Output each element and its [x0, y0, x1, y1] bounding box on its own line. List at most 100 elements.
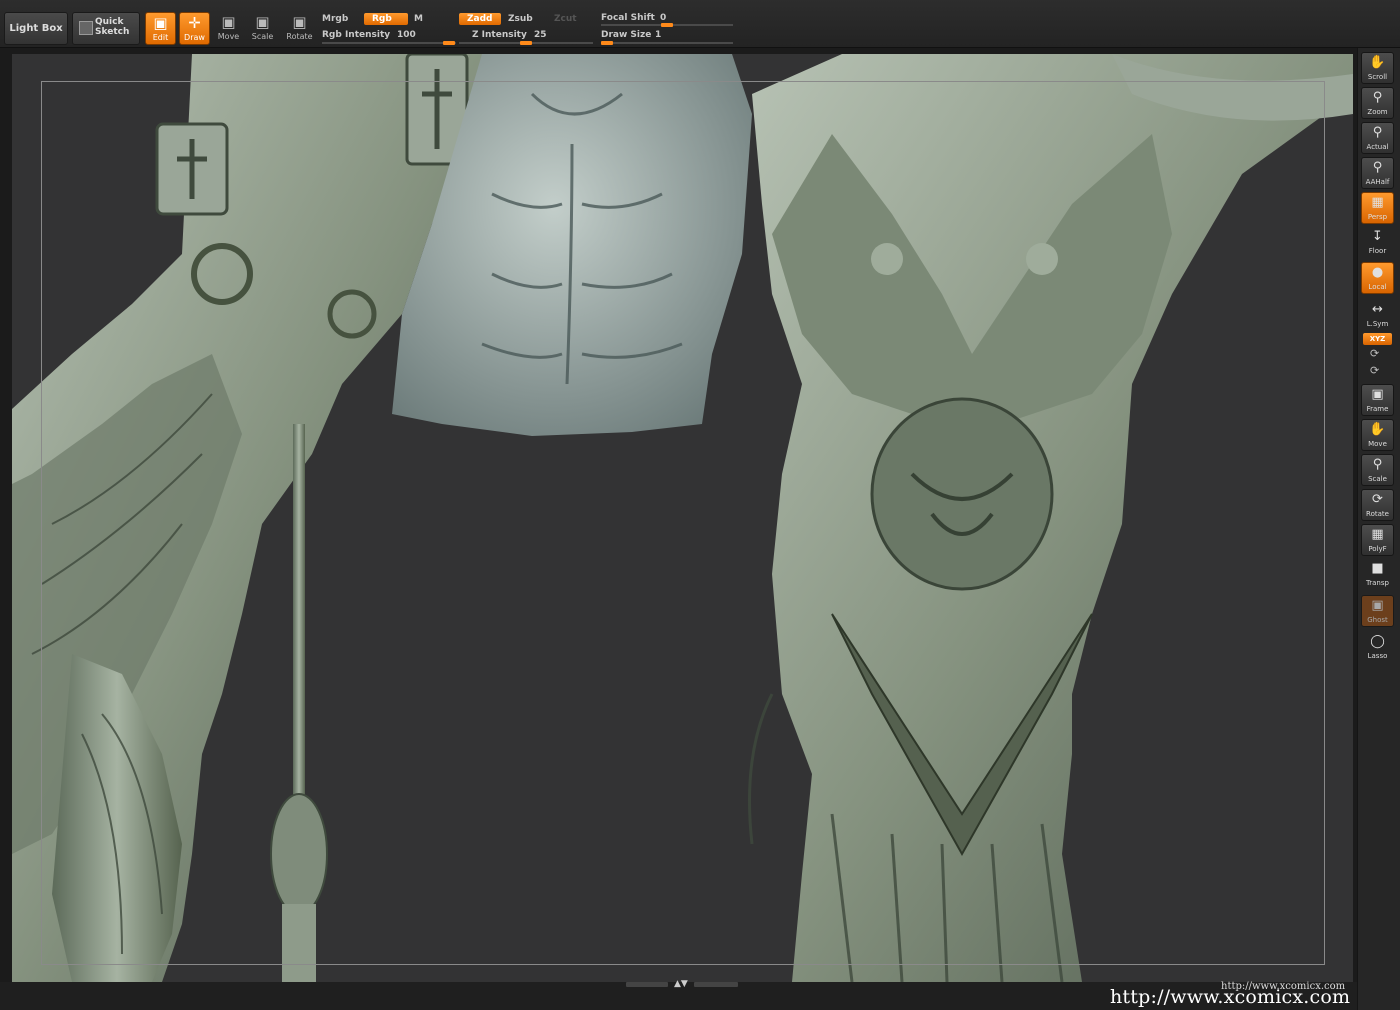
frame-icon: ▣ [1371, 387, 1384, 402]
rotate-view-label: Rotate [1366, 510, 1389, 518]
scale-icon: ▣ [255, 13, 270, 31]
focal-shift-slider[interactable] [601, 23, 733, 27]
local-button[interactable]: ● Local [1361, 262, 1394, 294]
light-box-label: Light Box [9, 23, 63, 34]
draw-size-thumb[interactable] [601, 41, 613, 45]
edit-label: Edit [152, 33, 169, 42]
zcut-button[interactable]: Zcut [554, 14, 577, 24]
move-view-label: Move [1368, 440, 1387, 448]
quick-sketch-label-1: Quick [95, 17, 124, 27]
watermark-large: http://www.xcomicx.com [1110, 986, 1351, 1008]
document-viewport[interactable] [12, 54, 1353, 982]
rotate-view-button[interactable]: ⟳ Rotate [1361, 489, 1394, 521]
scale-magnifier-icon: ⚲ [1372, 457, 1383, 472]
move-hand-icon: ✋ [1369, 422, 1386, 437]
rotate-axis-icon-2[interactable]: ⟳ [1370, 364, 1379, 377]
polyf-button[interactable]: ▦ PolyF [1361, 524, 1394, 556]
aahalf-icon: ⚲ [1372, 160, 1383, 175]
xyz-button[interactable]: XYZ [1363, 333, 1392, 345]
expand-arrows-icon[interactable]: ▲▼ [674, 979, 688, 989]
right-shelf: ✋ Scroll ⚲ Zoom ⚲ Actual ⚲ AAHalf ▦ Pers… [1357, 48, 1400, 1010]
rgb-intensity-slider[interactable] [322, 41, 456, 45]
zsub-button[interactable]: Zsub [508, 14, 533, 24]
move-view-button[interactable]: ✋ Move [1361, 419, 1394, 451]
rotate-button[interactable]: ▣ Rotate [284, 12, 315, 45]
frame-guide [41, 81, 1325, 965]
scale-button[interactable]: ▣ Scale [247, 12, 278, 45]
polyf-label: PolyF [1368, 545, 1387, 553]
edit-icon: ▣ [153, 14, 168, 32]
actual-size-icon: ⚲ [1372, 125, 1383, 140]
move-icon: ▣ [221, 13, 236, 31]
lsym-button[interactable]: ↔ L.Sym [1361, 300, 1394, 332]
frame-label: Frame [1366, 405, 1389, 413]
focal-shift-value: 0 [660, 13, 667, 23]
z-intensity-thumb[interactable] [520, 41, 532, 45]
quick-sketch-label-2: Sketch [95, 27, 130, 37]
draw-button[interactable]: ✛ Draw [179, 12, 210, 45]
aahalf-button[interactable]: ⚲ AAHalf [1361, 157, 1394, 189]
symmetry-icon: ↔ [1372, 302, 1383, 317]
draw-size-slider[interactable] [601, 41, 733, 45]
rgb-button[interactable]: Rgb [364, 13, 408, 25]
m-button[interactable]: M [414, 14, 423, 24]
draw-label: Draw [184, 33, 205, 42]
floor-button[interactable]: ↧ Floor [1361, 227, 1394, 259]
mrgb-button[interactable]: Mrgb [322, 14, 348, 24]
rgb-intensity-value: 100 [397, 30, 416, 40]
scroll-label: Scroll [1367, 73, 1388, 81]
actual-label: Actual [1366, 143, 1389, 151]
ghost-icon: ▣ [1371, 598, 1384, 613]
aahalf-label: AAHalf [1365, 178, 1390, 186]
rotate-icon: ▣ [292, 13, 307, 31]
bottom-tray-handle-left[interactable] [626, 982, 668, 987]
zoom-label: Zoom [1367, 108, 1388, 116]
persp-label: Persp [1367, 213, 1388, 221]
transp-label: Transp [1366, 579, 1389, 587]
z-intensity-value: 25 [534, 30, 547, 40]
bottom-tray-handle-right[interactable] [694, 982, 738, 987]
ghost-button[interactable]: ▣ Ghost [1361, 595, 1394, 627]
rotate-label: Rotate [286, 32, 313, 41]
frame-button[interactable]: ▣ Frame [1361, 384, 1394, 416]
z-intensity-label: Z Intensity [472, 30, 527, 40]
draw-icon: ✛ [188, 14, 201, 32]
lasso-label: Lasso [1367, 652, 1388, 660]
transp-button[interactable]: ■ Transp [1361, 559, 1394, 591]
lasso-icon: ◯ [1370, 634, 1385, 649]
hand-icon: ✋ [1369, 55, 1386, 70]
lasso-button[interactable]: ◯ Lasso [1361, 632, 1394, 664]
draw-size-value: 1 [655, 30, 662, 40]
top-toolbar: Light Box Quick Sketch ▣ Edit ✛ Draw ▣ M… [0, 0, 1400, 48]
scale-label: Scale [251, 32, 274, 41]
draw-size-label: Draw Size [601, 30, 652, 40]
ghost-label: Ghost [1367, 616, 1388, 624]
floor-label: Floor [1368, 247, 1387, 255]
rgb-intensity-label: Rgb Intensity [322, 30, 391, 40]
z-intensity-slider[interactable] [459, 41, 593, 45]
zoom-button[interactable]: ⚲ Zoom [1361, 87, 1394, 119]
move-label: Move [217, 32, 240, 41]
magnifier-icon: ⚲ [1372, 90, 1383, 105]
local-label: Local [1368, 283, 1387, 291]
scale-view-label: Scale [1368, 475, 1387, 483]
rotate-axis-icon[interactable]: ⟳ [1370, 347, 1379, 360]
zadd-button[interactable]: Zadd [459, 13, 501, 25]
focal-shift-label: Focal Shift [601, 13, 655, 23]
scroll-button[interactable]: ✋ Scroll [1361, 52, 1394, 84]
focal-shift-thumb[interactable] [661, 23, 673, 27]
floor-icon: ↧ [1372, 229, 1383, 244]
quick-sketch-button[interactable]: Quick Sketch [72, 12, 140, 45]
local-icon: ● [1371, 265, 1384, 280]
transparency-icon: ■ [1371, 561, 1384, 576]
rotate-icon: ⟳ [1372, 492, 1383, 507]
light-box-button[interactable]: Light Box [4, 12, 68, 45]
rgb-intensity-thumb[interactable] [443, 41, 455, 45]
move-button[interactable]: ▣ Move [213, 12, 244, 45]
edit-button[interactable]: ▣ Edit [145, 12, 176, 45]
persp-button[interactable]: ▦ Persp [1361, 192, 1394, 224]
polyframe-grid-icon: ▦ [1371, 527, 1384, 542]
actual-button[interactable]: ⚲ Actual [1361, 122, 1394, 154]
scale-view-button[interactable]: ⚲ Scale [1361, 454, 1394, 486]
quick-sketch-icon [79, 21, 93, 35]
